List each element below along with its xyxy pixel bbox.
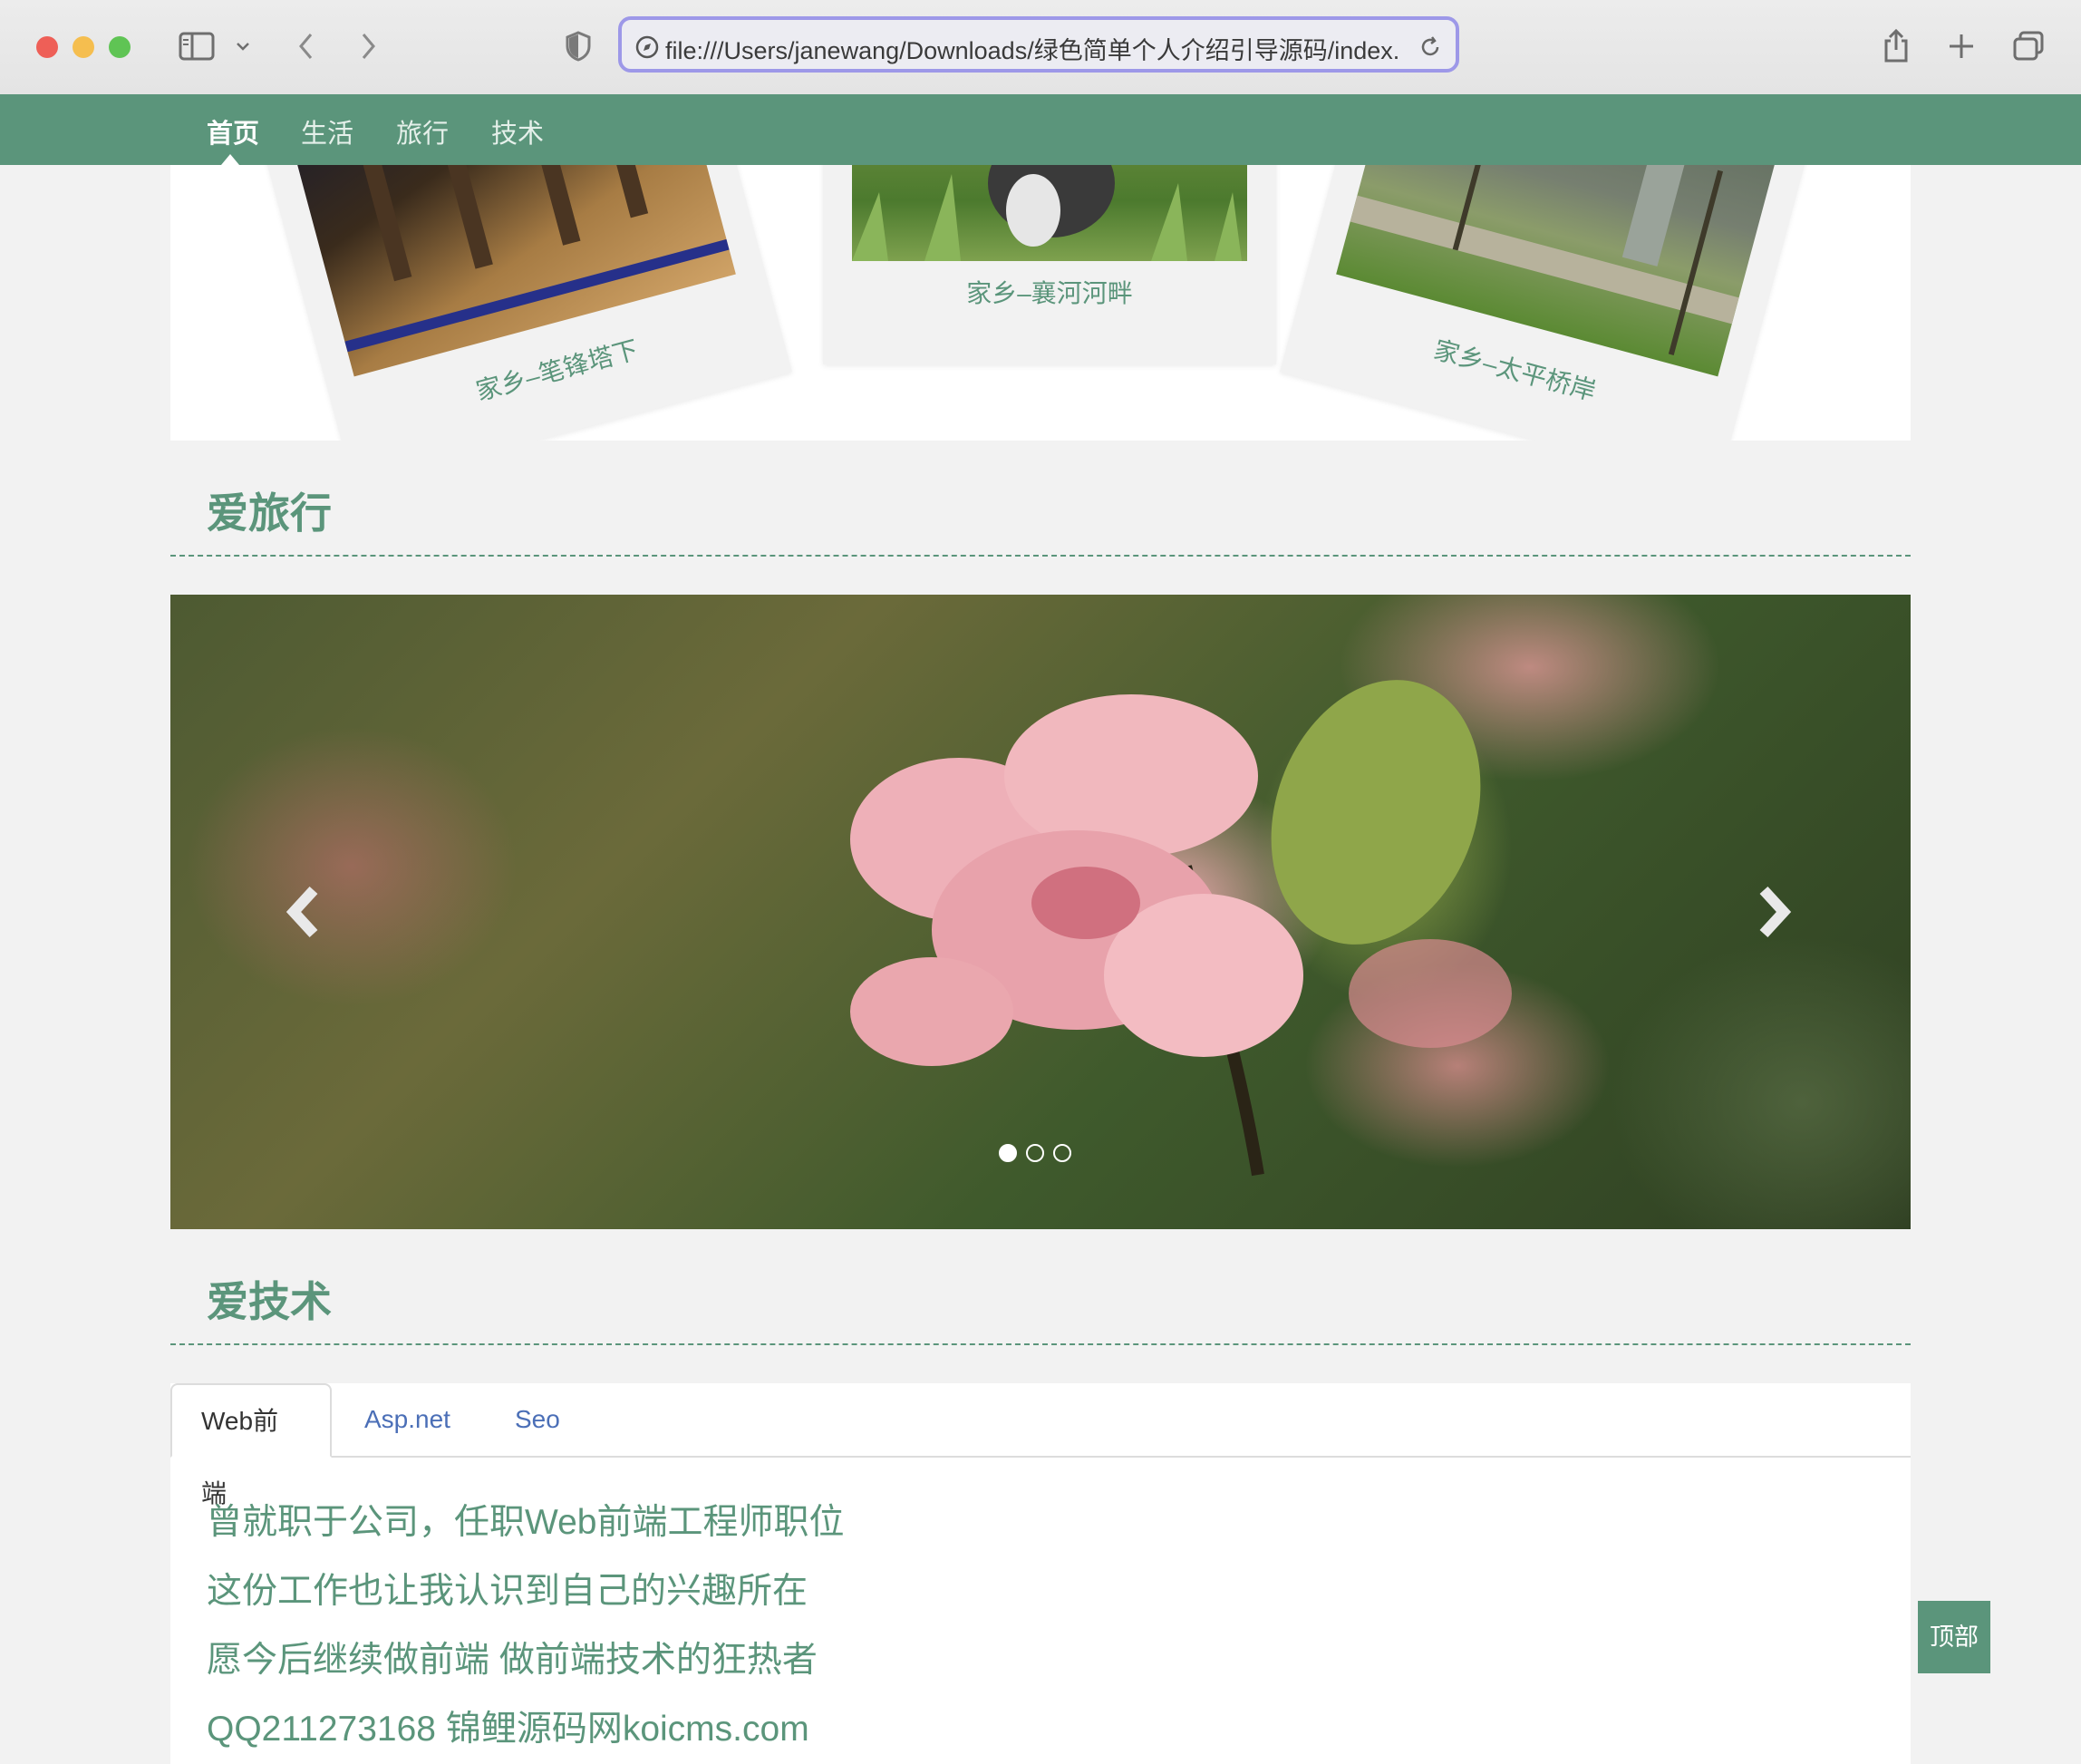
photo-caption: 家乡–襄河河畔 [966, 279, 1133, 307]
new-tab-icon[interactable] [1943, 24, 1979, 69]
carousel-indicators [999, 1144, 1071, 1162]
nav-item-travel[interactable]: 旅行 [396, 112, 449, 150]
active-nav-indicator [221, 154, 239, 165]
sidebar-toggle-icon[interactable] [174, 24, 219, 69]
tab-aspnet[interactable]: Asp.net [335, 1383, 479, 1456]
travel-carousel[interactable] [170, 595, 1911, 1229]
back-icon[interactable] [288, 24, 324, 69]
photo-card[interactable]: 家乡–太平桥岸 [1280, 165, 1816, 441]
carousel-prev-arrow-icon[interactable] [276, 885, 330, 939]
tab-content-line: 这份工作也让我认识到自己的兴趣所在 [207, 1572, 808, 1611]
carousel-dot[interactable] [1053, 1144, 1071, 1162]
back-to-top-button[interactable]: 顶部 [1918, 1601, 1990, 1673]
divider [170, 555, 1911, 557]
browser-toolbar: file:///Users/janewang/Downloads/绿色简单个人介… [0, 0, 2081, 95]
carousel-dot[interactable] [1026, 1144, 1044, 1162]
reload-icon[interactable] [1418, 34, 1443, 63]
tab-content-line: QQ211273168 锦鲤源码网koicms.com [207, 1710, 809, 1749]
nav-item-home[interactable]: 首页 [207, 112, 259, 150]
minimize-window-button[interactable] [73, 36, 94, 58]
hometown-photo-strip: 家乡–笔锋塔下 家乡–襄河河畔 家乡–太平桥岸 [170, 165, 1911, 441]
tech-section-title: 爱技术 [207, 1278, 332, 1325]
tab-content-line: 曾就职于公司，任职Web前端工程师职位 [207, 1503, 845, 1542]
address-bar[interactable]: file:///Users/janewang/Downloads/绿色简单个人介… [618, 16, 1459, 73]
tab-content-line: 愿今后继续做前端 做前端技术的狂热者 [207, 1641, 818, 1680]
chevron-down-icon[interactable] [232, 24, 254, 69]
flower-photo [850, 680, 1512, 1177]
tab-overview-icon[interactable] [2010, 24, 2047, 69]
travel-section-title: 爱旅行 [207, 489, 332, 537]
carousel-next-arrow-icon[interactable] [1747, 885, 1802, 939]
nav-item-tech[interactable]: 技术 [491, 112, 544, 150]
tab-bar: Web前端 Asp.net Seo [170, 1383, 1911, 1507]
site-nav: 首页 生活 旅行 技术 [0, 94, 2081, 165]
privacy-shield-icon[interactable] [562, 24, 595, 69]
nav-item-life[interactable]: 生活 [301, 112, 353, 150]
compass-icon [634, 34, 660, 63]
close-window-button[interactable] [36, 36, 58, 58]
tech-tabs-panel: Web前端 Asp.net Seo 曾就职于公司，任职Web前端工程师职位 这份… [170, 1383, 1911, 1764]
carousel-dot[interactable] [999, 1144, 1017, 1162]
tab-seo[interactable]: Seo [486, 1383, 589, 1456]
forward-icon[interactable] [350, 24, 386, 69]
url-text: file:///Users/janewang/Downloads/绿色简单个人介… [665, 37, 1401, 64]
divider [170, 1343, 1911, 1345]
photo-card[interactable]: 家乡–笔锋塔下 [256, 165, 792, 441]
photo-image [852, 165, 1247, 261]
tab-web-frontend[interactable]: Web前端 [170, 1383, 332, 1507]
zoom-window-button[interactable] [109, 36, 131, 58]
share-icon[interactable] [1878, 24, 1914, 69]
photo-card[interactable]: 家乡–襄河河畔 [823, 165, 1276, 364]
